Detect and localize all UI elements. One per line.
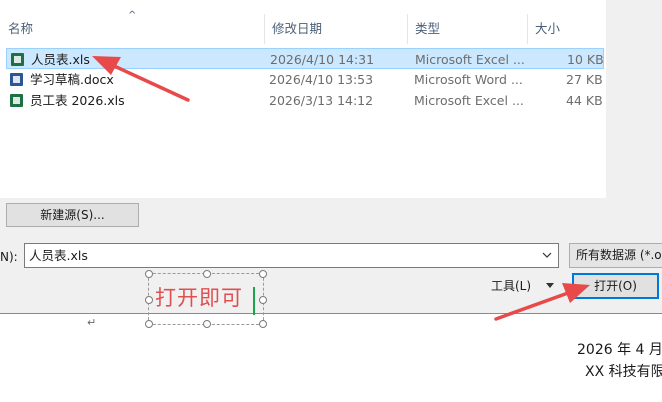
column-header-date[interactable]: 修改日期 bbox=[264, 14, 407, 44]
column-header-type[interactable]: 类型 bbox=[407, 14, 527, 44]
column-header-name[interactable]: 名称 bbox=[0, 14, 264, 44]
resize-handle[interactable] bbox=[259, 270, 267, 278]
file-row[interactable]: 员工表 2026.xls 2026/3/13 14:12 Microsoft E… bbox=[6, 90, 604, 111]
file-list-pane: ^ 名称 修改日期 类型 大小 人员表.xls 2026/4/10 14:31 … bbox=[0, 0, 606, 198]
resize-handle[interactable] bbox=[259, 296, 267, 304]
resize-handle[interactable] bbox=[145, 270, 153, 278]
file-type: Microsoft Excel ... bbox=[414, 93, 524, 108]
filename-label: N): bbox=[0, 250, 18, 264]
file-row[interactable]: 人员表.xls 2026/4/10 14:31 Microsoft Excel … bbox=[6, 48, 604, 69]
new-source-button[interactable]: 新建源(S)... bbox=[6, 203, 139, 227]
file-size: 27 KB bbox=[566, 72, 603, 87]
resize-handle[interactable] bbox=[259, 320, 267, 328]
file-size: 44 KB bbox=[566, 93, 603, 108]
excel-file-icon bbox=[10, 94, 23, 107]
resize-handle[interactable] bbox=[145, 320, 153, 328]
filename-value: 人员表.xls bbox=[29, 248, 88, 263]
file-type: Microsoft Word ... bbox=[414, 72, 523, 87]
document-company-text: XX 科技有限 bbox=[585, 364, 662, 380]
file-type: Microsoft Excel ... bbox=[415, 52, 525, 67]
filetype-select[interactable]: 所有数据源 (*.odc bbox=[569, 243, 662, 268]
open-button[interactable]: 打开(O) bbox=[572, 273, 659, 299]
paragraph-mark-icon: ↵ bbox=[87, 316, 97, 329]
resize-handle[interactable] bbox=[203, 270, 211, 278]
chevron-down-icon[interactable] bbox=[540, 248, 554, 262]
tools-label: 工具(L) bbox=[491, 279, 532, 293]
vertical-scrollbar[interactable] bbox=[606, 0, 662, 198]
file-date: 2026/3/13 14:12 bbox=[269, 93, 374, 108]
file-name: 学习草稿.docx bbox=[30, 72, 114, 87]
resize-handle[interactable] bbox=[203, 320, 211, 328]
column-header-size[interactable]: 大小 bbox=[527, 14, 606, 44]
file-date: 2026/4/10 14:31 bbox=[270, 52, 375, 67]
file-size: 10 KB bbox=[567, 52, 604, 67]
file-row[interactable]: 学习草稿.docx 2026/4/10 13:53 Microsoft Word… bbox=[6, 69, 604, 90]
tools-menu-button[interactable]: 工具(L) bbox=[483, 273, 563, 299]
filename-input[interactable]: 人员表.xls bbox=[24, 243, 559, 268]
text-cursor bbox=[253, 287, 255, 315]
resize-handle[interactable] bbox=[145, 296, 153, 304]
excel-file-icon bbox=[11, 53, 24, 66]
file-name: 员工表 2026.xls bbox=[30, 93, 125, 108]
file-date: 2026/4/10 13:53 bbox=[269, 72, 374, 87]
document-date-text: 2026 年 4 月 bbox=[577, 342, 662, 358]
word-file-icon bbox=[10, 73, 23, 86]
annotation-text: 打开即可 bbox=[155, 286, 243, 310]
file-name: 人员表.xls bbox=[31, 52, 90, 67]
caret-down-icon bbox=[546, 283, 554, 288]
